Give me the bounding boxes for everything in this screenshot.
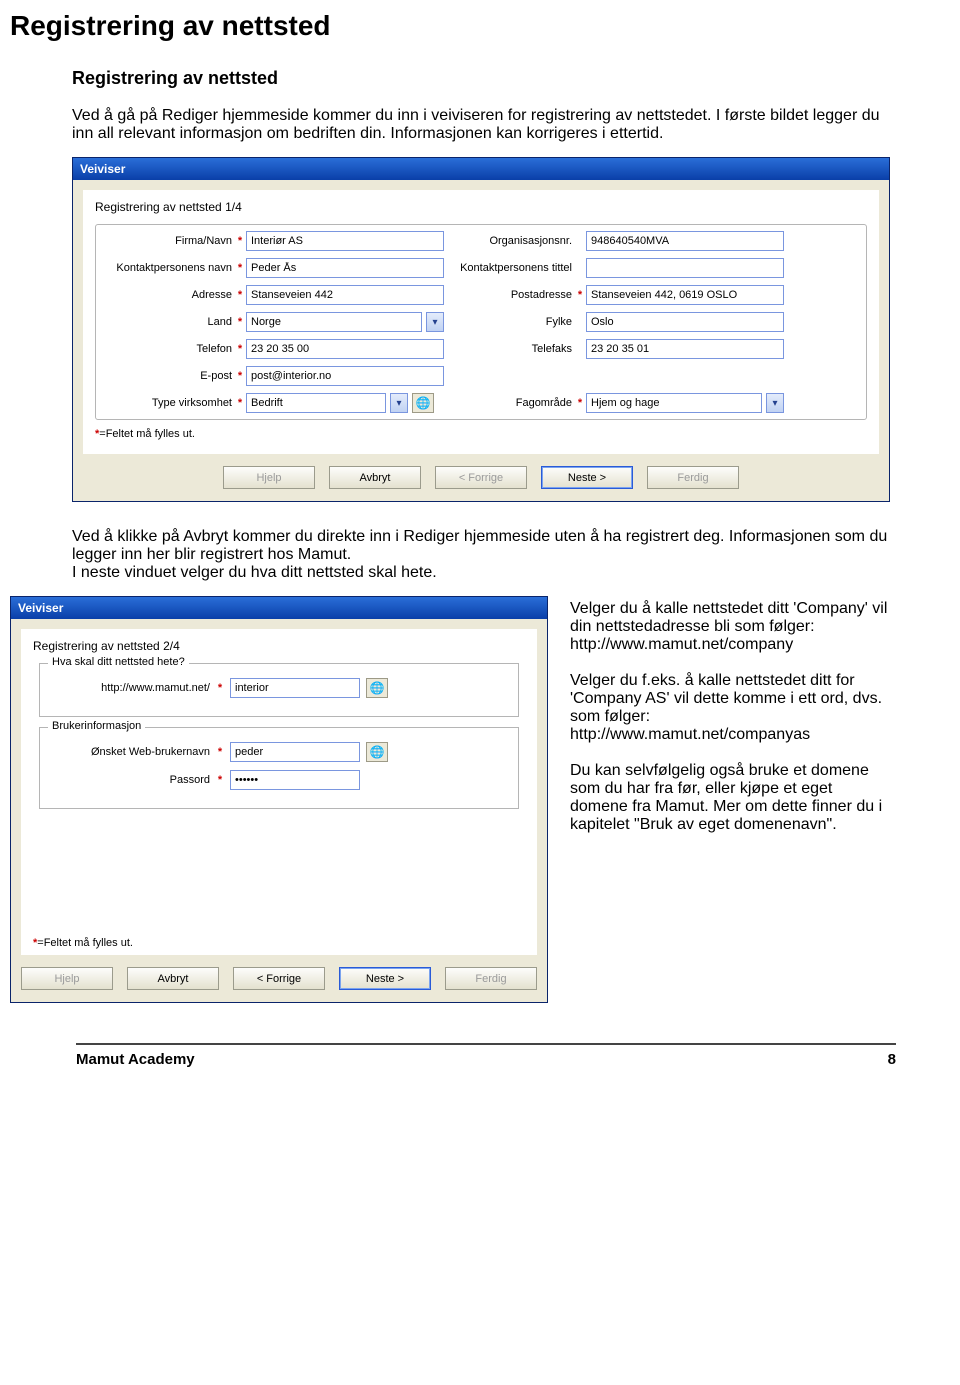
mid-paragraph: Ved å klikke på Avbryt kommer du direkte… [72,528,890,582]
label-contact-title: Kontaktpersonens tittel [444,262,574,274]
next-button[interactable]: Neste > [339,967,431,990]
required-marker: * [574,289,586,301]
dialog-titlebar: Veiviser [73,158,889,180]
finish-button[interactable]: Ferdig [445,967,537,990]
globe-icon[interactable]: 🌐 [366,742,388,762]
label-fax: Telefaks [444,343,574,355]
cancel-button[interactable]: Avbryt [127,967,219,990]
required-marker: * [574,397,586,409]
label-postaddress: Postadresse [444,289,574,301]
required-marker: * [216,746,224,758]
required-marker: * [234,289,246,301]
footer-left: Mamut Academy [76,1051,195,1068]
select-field[interactable] [586,393,762,413]
input-postaddress[interactable] [586,285,784,305]
label-email: E-post [104,370,234,382]
label-password: Passord [50,774,210,786]
select-business-type[interactable] [246,393,386,413]
chevron-down-icon[interactable]: ▾ [766,393,784,413]
dialog-heading: Registrering av nettsted 1/4 [95,200,867,214]
label-url-prefix: http://www.mamut.net/ [50,682,210,694]
footer-page-number: 8 [888,1051,896,1068]
label-username: Ønsket Web-brukernavn [50,746,210,758]
chevron-down-icon[interactable]: ▾ [426,312,444,332]
side-paragraph-3: Du kan selvfølgelig også bruke et domene… [570,762,890,834]
label-country: Land [104,316,234,328]
input-password[interactable] [230,770,360,790]
side-paragraph-1: Velger du å kalle nettstedet ditt 'Compa… [570,600,890,654]
registration-form: Firma/Navn * Organisasjonsnr. Kontaktper… [95,224,867,420]
input-fax[interactable] [586,339,784,359]
input-county[interactable] [586,312,784,332]
side-paragraph-2: Velger du f.eks. å kalle nettstedet ditt… [570,672,890,744]
label-phone: Telefon [104,343,234,355]
input-site-name[interactable] [230,678,360,698]
intro-paragraph: Ved å gå på Rediger hjemmeside kommer du… [72,107,890,143]
group-user-info: Brukerinformasjon Ønsket Web-brukernavn … [39,727,519,809]
finish-button[interactable]: Ferdig [647,466,739,489]
help-button[interactable]: Hjelp [21,967,113,990]
group-title: Hva skal ditt nettsted hete? [48,656,189,668]
group-title: Brukerinformasjon [48,720,145,732]
label-business-type: Type virksomhet [104,397,234,409]
footer-rule [76,1043,896,1045]
chevron-down-icon[interactable]: ▾ [390,393,408,413]
section-title: Registrering av nettsted [72,68,890,89]
dialog-titlebar: Veiviser [11,597,547,619]
input-username[interactable] [230,742,360,762]
group-site-name: Hva skal ditt nettsted hete? http://www.… [39,663,519,717]
input-contact-title[interactable] [586,258,784,278]
required-footnote: *=Feltet må fylles ut. [33,937,525,949]
wizard-dialog-2: Veiviser Registrering av nettsted 2/4 Hv… [10,596,548,1003]
required-footnote: *=Feltet må fylles ut. [95,428,867,440]
cancel-button[interactable]: Avbryt [329,466,421,489]
button-bar: Hjelp Avbryt < Forrige Neste > Ferdig [73,454,889,501]
globe-icon[interactable]: 🌐 [412,393,434,413]
label-contact-name: Kontaktpersonens navn [104,262,234,274]
side-copy: Velger du å kalle nettstedet ditt 'Compa… [570,596,890,852]
label-company: Firma/Navn [104,235,234,247]
input-company[interactable] [246,231,444,251]
required-marker: * [234,397,246,409]
globe-icon[interactable]: 🌐 [366,678,388,698]
help-button[interactable]: Hjelp [223,466,315,489]
prev-button[interactable]: < Forrige [233,967,325,990]
required-marker: * [234,235,246,247]
next-button[interactable]: Neste > [541,466,633,489]
required-marker: * [216,682,224,694]
select-country[interactable] [246,312,422,332]
input-phone[interactable] [246,339,444,359]
input-orgnr[interactable] [586,231,784,251]
dialog-heading: Registrering av nettsted 2/4 [33,639,525,653]
label-field: Fagområde [444,397,574,409]
label-orgnr: Organisasjonsnr. [444,235,574,247]
prev-button[interactable]: < Forrige [435,466,527,489]
input-address[interactable] [246,285,444,305]
label-address: Adresse [104,289,234,301]
input-email[interactable] [246,366,444,386]
required-marker: * [234,316,246,328]
required-marker: * [234,262,246,274]
required-marker: * [234,370,246,382]
wizard-dialog-1: Veiviser Registrering av nettsted 1/4 Fi… [72,157,890,502]
input-contact-name[interactable] [246,258,444,278]
required-marker: * [216,774,224,786]
label-county: Fylke [444,316,574,328]
required-marker: * [234,343,246,355]
page-title: Registrering av nettsted [10,10,890,42]
button-bar: Hjelp Avbryt < Forrige Neste > Ferdig [11,955,547,1002]
